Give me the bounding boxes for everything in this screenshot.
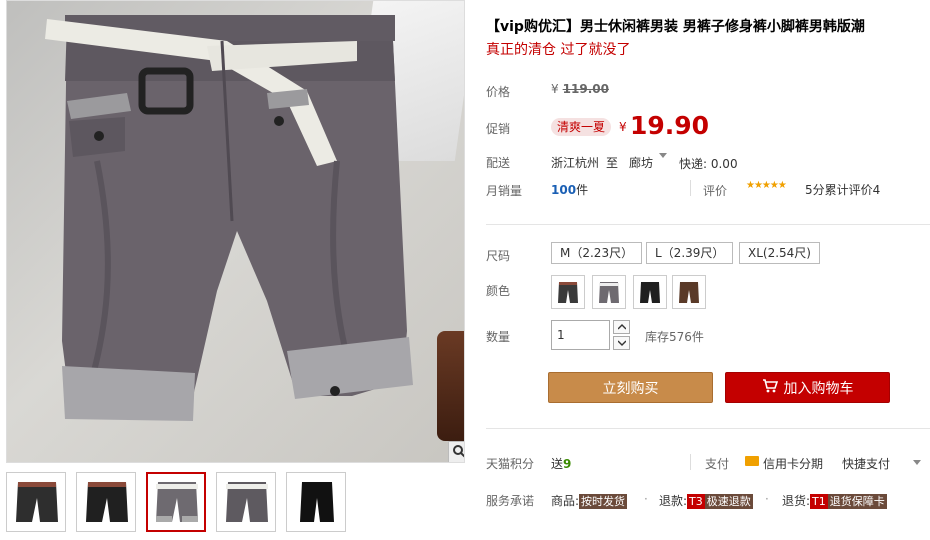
size-option-l[interactable]: L（2.39尺）: [646, 242, 734, 264]
buy-now-button[interactable]: 立刻购买: [548, 372, 713, 403]
chevron-down-icon: [617, 340, 626, 346]
thumbnail-image: [156, 482, 198, 522]
bullet-separator: ·: [765, 492, 769, 506]
shipping-label: 配送: [486, 156, 511, 170]
service-goods[interactable]: 商品: 按时发货: [551, 492, 628, 509]
promo-badge: 清爽一夏: [551, 118, 612, 136]
currency-symbol: ¥: [551, 82, 559, 96]
credit-card-installment[interactable]: 信用卡分期: [763, 455, 823, 472]
pants-illustration: [45, 15, 413, 421]
color-label: 颜色: [486, 284, 511, 298]
service-goods-tag: 按时发货: [579, 494, 628, 509]
rating-summary[interactable]: 5分累计评价4: [805, 181, 880, 198]
points-prefix: 送: [551, 457, 564, 471]
current-price: 19.90: [630, 111, 710, 140]
service-return-code: T1: [810, 494, 828, 509]
service-promise-label: 服务承诺: [486, 494, 535, 508]
main-product-image[interactable]: [6, 0, 465, 463]
thumbnail[interactable]: [76, 472, 136, 532]
thumbnail-strip: [6, 472, 346, 532]
thumbnail-image: [86, 482, 128, 522]
sales-count-number: 100: [551, 183, 577, 197]
add-to-cart-label: 加入购物车: [783, 380, 854, 397]
service-goods-prefix: 商品:: [551, 494, 580, 508]
thumbnail-image: [300, 482, 334, 522]
tmall-points: 送9: [551, 455, 571, 472]
chevron-down-icon[interactable]: [659, 153, 667, 158]
shipping-origin: 浙江杭州: [551, 156, 600, 170]
quantity-input[interactable]: [551, 320, 610, 350]
sales-count-unit: 件: [576, 183, 589, 197]
thumbnail[interactable]: [216, 472, 276, 532]
product-subtitle: 真正的清仓 过了就没了: [486, 42, 631, 58]
original-price-value: 119.00: [562, 82, 609, 96]
service-refund-tag: 极速退款: [704, 494, 753, 509]
color-swatch-image: [558, 282, 578, 303]
cart-icon: [762, 378, 778, 397]
monthly-sales-count: 100件: [551, 181, 588, 198]
quantity-label: 数量: [486, 330, 511, 344]
section-divider: [486, 428, 930, 429]
service-return[interactable]: 退货: T1 退货保障卡: [782, 492, 887, 509]
payment-label: 支付: [705, 457, 730, 471]
quick-pay[interactable]: 快捷支付: [842, 455, 890, 472]
rating-stars-icon: ★★★★★: [746, 180, 787, 191]
thumbnail-active[interactable]: [146, 472, 206, 532]
price-label: 价格: [486, 85, 511, 99]
zoom-button[interactable]: [448, 441, 464, 462]
thumbnail[interactable]: [6, 472, 66, 532]
magnifier-icon: [452, 444, 464, 461]
shipping-destination[interactable]: 廊坊: [629, 154, 653, 171]
shipping-to: 至: [606, 156, 619, 170]
color-swatch-3[interactable]: [633, 275, 667, 309]
bullet-separator: ·: [644, 492, 648, 506]
points-value: 9: [563, 457, 572, 471]
shipping-fee: 快递: 0.00: [679, 157, 738, 171]
size-option-m[interactable]: M（2.23尺）: [551, 242, 643, 264]
service-refund-code: T3: [687, 494, 705, 509]
thumbnail[interactable]: [286, 472, 346, 532]
service-refund-prefix: 退款:: [659, 494, 688, 508]
original-price: ¥119.00: [551, 82, 609, 96]
service-refund[interactable]: 退款: T3 极速退款: [659, 492, 753, 509]
buy-now-label: 立刻购买: [602, 380, 659, 397]
service-return-prefix: 退货:: [782, 494, 811, 508]
credit-card-icon: [745, 456, 759, 466]
currency-symbol: ¥: [619, 120, 627, 134]
chevron-down-icon[interactable]: [913, 460, 921, 465]
chevron-up-icon: [617, 324, 626, 330]
service-return-tag: 退货保障卡: [827, 494, 887, 509]
review-label: 评价: [703, 184, 728, 198]
divider: [690, 454, 691, 470]
color-swatch-1[interactable]: [551, 275, 585, 309]
monthly-sales-label: 月销量: [486, 184, 523, 198]
color-swatch-image: [679, 282, 699, 303]
thumbnail-image: [226, 482, 268, 522]
add-to-cart-button[interactable]: 加入购物车: [725, 372, 890, 403]
size-label: 尺码: [486, 249, 511, 263]
quantity-decrease-button[interactable]: [613, 336, 630, 350]
tmall-points-label: 天猫积分: [486, 457, 535, 471]
section-divider: [486, 224, 930, 225]
color-swatch-image: [640, 282, 660, 303]
quantity-increase-button[interactable]: [613, 320, 630, 334]
color-swatch-4[interactable]: [672, 275, 706, 309]
promo-label: 促销: [486, 122, 511, 136]
product-title: 【vip购优汇】男士休闲裤男装 男裤子修身裤小脚裤男韩版潮: [486, 19, 865, 35]
divider: [690, 180, 691, 196]
size-option-xl[interactable]: XL(2.54尺): [739, 242, 820, 264]
stock-text: 库存576件: [645, 330, 704, 344]
color-swatch-image: [599, 282, 619, 303]
color-swatch-2[interactable]: [592, 275, 626, 309]
thumbnail-image: [16, 482, 58, 522]
